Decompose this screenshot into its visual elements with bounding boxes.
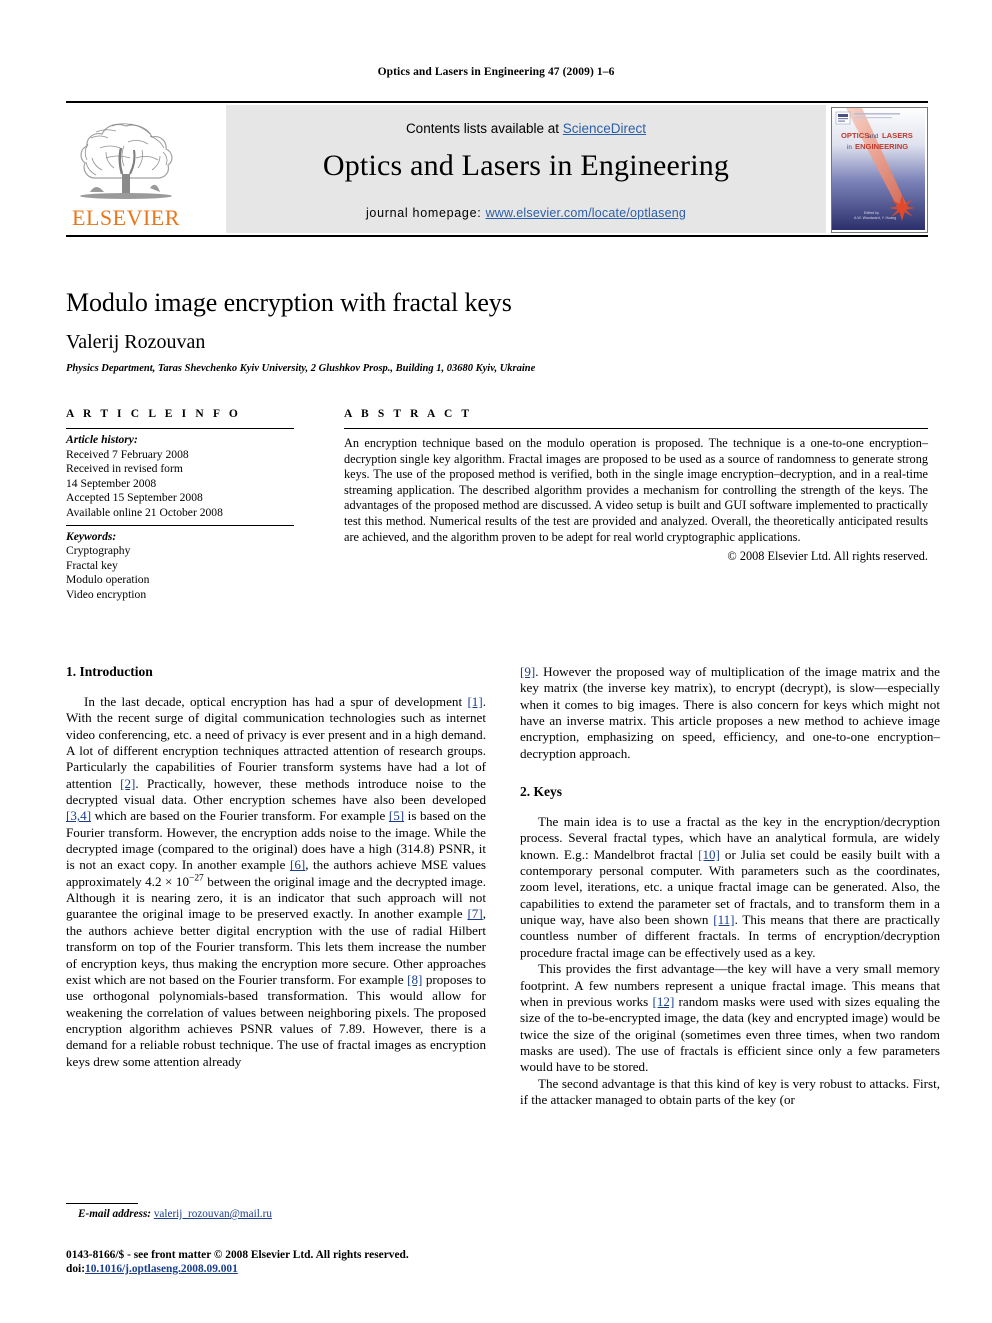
citation-ref-7[interactable]: [7] [467,906,482,921]
article-history-label: Article history: [66,433,138,446]
keyword-item: Video encryption [66,587,147,601]
keys-paragraph-3: The second advantage is that this kind o… [520,1075,940,1107]
footnote-email: E-mail address: valerij_rozouvan@mail.ru [66,1208,486,1220]
doi-link[interactable]: 10.1016/j.optlaseng.2008.09.001 [85,1263,238,1275]
citation-ref-2[interactable]: [2] [120,776,135,791]
article-history-item: Received 7 February 2008 [66,447,189,461]
citation-ref-6[interactable]: [6] [290,857,305,872]
intro-paragraph-1-continued: [9]. However the proposed way of multipl… [520,664,940,762]
keyword-item: Modulo operation [66,573,150,587]
email-link[interactable]: valerij_rozouvan@mail.ru [154,1208,272,1220]
article-history-item: 14 September 2008 [66,476,157,490]
footnote-rule [66,1203,138,1204]
article-info-column: A R T I C L E I N F O Article history: R… [66,408,294,607]
body-column-left: 1. Introduction In the last decade, opti… [66,664,486,1070]
contents-lists-line: Contents lists available at ScienceDirec… [226,121,826,136]
article-history-block: Article history: Received 7 February 200… [66,429,294,525]
running-head: Optics and Lasers in Engineering 47 (200… [377,66,615,78]
citation-ref-11[interactable]: [11] [713,912,734,927]
article-history-item: Received in revised form [66,462,183,476]
citation-ref-8[interactable]: [8] [407,972,422,987]
journal-homepage-line: journal homepage: www.elsevier.com/locat… [226,206,826,220]
article-author: Valerij Rozouvan [66,331,206,353]
abstract-column: A B S T R A C T An encryption technique … [344,408,928,564]
body-column-right: [9]. However the proposed way of multipl… [520,664,940,1108]
abstract-heading: A B S T R A C T [344,408,473,420]
email-label: E-mail address: [78,1208,152,1220]
sciencedirect-link[interactable]: ScienceDirect [563,121,646,136]
colophon: 0143-8166/$ - see front matter © 2008 El… [66,1248,526,1276]
journal-article-page: Optics and Lasers in Engineering 47 (200… [0,0,992,1323]
section-heading-introduction: 1. Introduction [66,664,153,679]
keys-paragraph-2: This provides the first advantage—the ke… [520,961,940,1075]
abstract-text: An encryption technique based on the mod… [344,436,928,544]
keyword-item: Cryptography [66,544,131,558]
cover-art: OPTICS and LASERS in ENGINEERING Edited … [832,108,925,230]
article-history-item: Accepted 15 September 2008 [66,491,203,505]
citation-ref-5[interactable]: [5] [389,808,404,823]
journal-homepage-link[interactable]: www.elsevier.com/locate/optlaseng [486,206,686,220]
citation-ref-10[interactable]: [10] [698,847,720,862]
cover-footer2: A.W. Woodward, Y. Huang [854,216,896,220]
elsevier-wordmark: ELSEVIER [72,205,180,230]
citation-ref-1[interactable]: [1] [467,694,482,709]
elsevier-logo: ELSEVIER [66,108,186,230]
exponent: −27 [189,873,204,884]
article-title: Modulo image encryption with fractal key… [66,288,512,317]
svg-text:in: in [847,144,852,151]
svg-text:ENGINEERING: ENGINEERING [855,142,908,151]
keywords-label: Keywords: [66,529,117,543]
citation-ref-3-4[interactable]: [3,4] [66,808,91,823]
keywords-block: Keywords: Cryptography Fractal key Modul… [66,526,294,607]
cover-title-line1: OPTICS [841,131,869,140]
keys-paragraph-1: The main idea is to use a fractal as the… [520,814,940,961]
svg-text:LASERS: LASERS [882,131,913,140]
keyword-item: Fractal key [66,558,118,572]
doi-line: doi:10.1016/j.optlaseng.2008.09.001 [66,1262,526,1276]
citation-ref-9[interactable]: [9] [520,664,535,679]
elsevier-tree-icon [80,123,173,199]
text-run: In the last decade, optical encryption h… [84,694,468,709]
article-history-item: Available online 21 October 2008 [66,505,223,519]
abstract-copyright: © 2008 Elsevier Ltd. All rights reserved… [727,549,928,564]
article-affiliation: Physics Department, Taras Shevchenko Kyi… [66,363,536,374]
journal-title: Optics and Lasers in Engineering [322,149,730,182]
text-run: . However the proposed way of multiplica… [520,664,940,761]
journal-masthead: ELSEVIER Contents lists available at Sci… [66,101,928,237]
contents-prefix: Contents lists available at [405,121,563,136]
text-run: which are based on the Fourier transform… [91,808,389,824]
homepage-prefix: journal homepage: [365,206,486,220]
cover-footer1: Edited by [864,211,879,215]
issn-line: 0143-8166/$ - see front matter © 2008 El… [66,1249,409,1261]
journal-cover-thumbnail: OPTICS and LASERS in ENGINEERING Edited … [831,107,928,233]
journal-band: Contents lists available at ScienceDirec… [226,105,826,233]
svg-text:and: and [868,133,879,140]
doi-label: doi: [66,1263,85,1275]
section-heading-keys: 2. Keys [520,784,562,800]
article-info-heading: A R T I C L E I N F O [66,408,241,420]
intro-paragraph-1: In the last decade, optical encryption h… [66,694,486,1070]
citation-ref-12[interactable]: [12] [652,994,674,1009]
